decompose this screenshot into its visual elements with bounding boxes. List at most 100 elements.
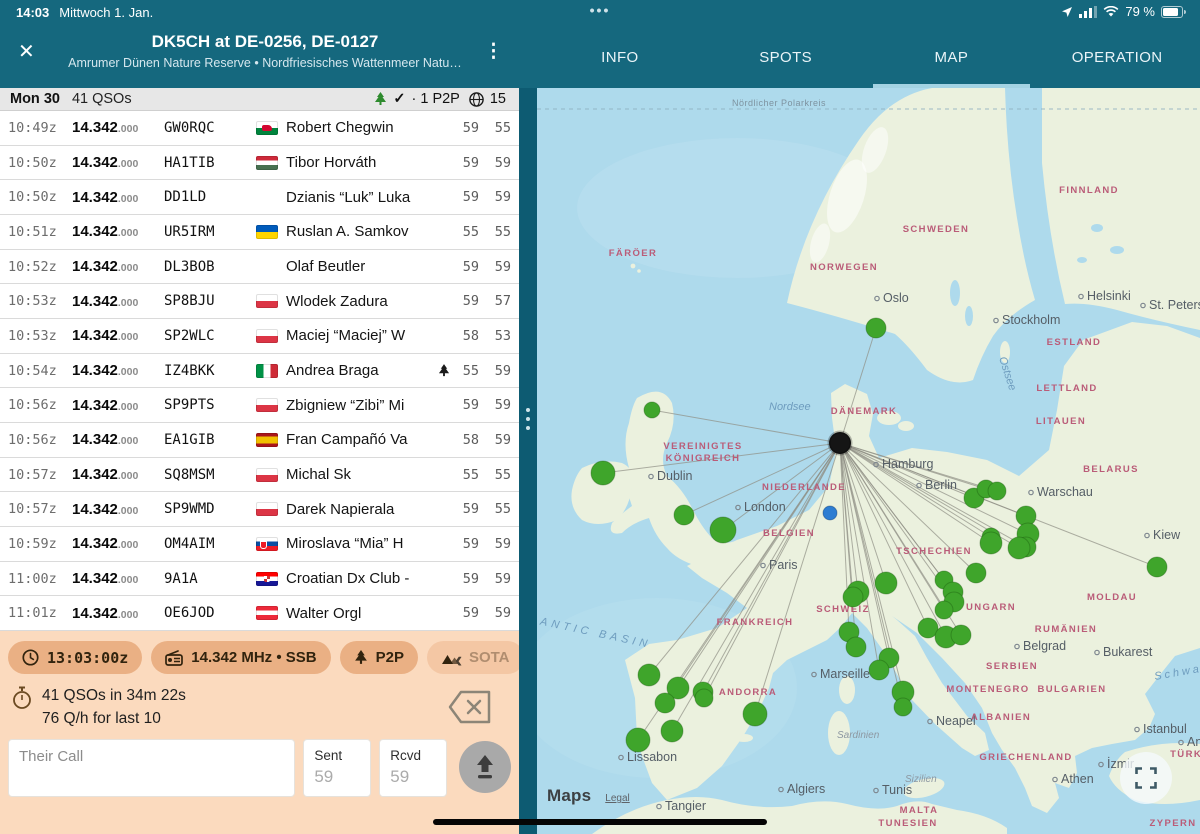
qso-rst-rcvd: 59 bbox=[485, 536, 511, 552]
qso-station-marker[interactable] bbox=[661, 720, 683, 742]
home-indicator[interactable] bbox=[433, 819, 767, 825]
globe-count: 15 bbox=[490, 91, 506, 107]
map-label: FÄRÖER bbox=[609, 248, 658, 259]
tab-spots[interactable]: SPOTS bbox=[703, 26, 869, 88]
tab-info[interactable]: INFO bbox=[537, 26, 703, 88]
qso-station-marker[interactable] bbox=[638, 664, 660, 686]
log-day-header[interactable]: Mon 30 41 QSOs ✓ · 1 P2P 15 bbox=[0, 88, 519, 111]
panel-resize-divider[interactable] bbox=[519, 88, 537, 834]
qso-station-marker[interactable] bbox=[980, 532, 1002, 554]
country-flag-icon bbox=[256, 156, 278, 170]
sent-value: 59 bbox=[314, 767, 360, 787]
qso-row[interactable]: 10:53z14.342.000SP8BJUWlodek Zadura5957 bbox=[0, 284, 519, 319]
qso-row[interactable]: 10:50z14.342.000HA1TIBTibor Horváth5959 bbox=[0, 146, 519, 181]
map-label: BELARUS bbox=[1083, 464, 1139, 475]
their-call-input[interactable]: Their Call bbox=[8, 739, 295, 797]
sent-label: Sent bbox=[314, 748, 360, 763]
qso-row[interactable]: 10:50z14.342.000DD1LDDzianis “Luk” Luka5… bbox=[0, 180, 519, 215]
map-label: LETTLAND bbox=[1036, 383, 1097, 394]
qso-station-marker[interactable] bbox=[626, 728, 650, 752]
qso-callsign: GW0RQC bbox=[164, 120, 256, 136]
qso-station-marker[interactable] bbox=[846, 637, 866, 657]
qso-station-marker[interactable] bbox=[875, 572, 897, 594]
spotter-marker[interactable] bbox=[823, 506, 837, 520]
qso-station-marker[interactable] bbox=[988, 482, 1006, 500]
time-chip[interactable]: 13:03:00z bbox=[8, 641, 142, 674]
qso-callsign: SP2WLC bbox=[164, 328, 256, 344]
qso-station-marker[interactable] bbox=[843, 587, 863, 607]
qso-frequency: 14.342.000 bbox=[72, 605, 164, 622]
map-panel[interactable]: Nördlicher PolarkreisFÄRÖERNORWEGENSCHWE… bbox=[537, 88, 1200, 834]
qso-row[interactable]: 10:53z14.342.000SP2WLCMaciej “Maciej” W5… bbox=[0, 319, 519, 354]
qso-row[interactable]: 10:57z14.342.000SQ8MSMMichal Sk5555 bbox=[0, 458, 519, 493]
activator-station-marker[interactable] bbox=[829, 432, 851, 454]
p2p-chip[interactable]: P2P bbox=[340, 641, 418, 674]
sent-rst-input[interactable]: Sent 59 bbox=[303, 739, 371, 797]
map-label: ALBANIEN bbox=[971, 712, 1031, 723]
qso-time: 10:57z bbox=[8, 501, 72, 517]
qso-station-marker[interactable] bbox=[866, 318, 886, 338]
backspace-icon[interactable] bbox=[447, 689, 493, 730]
qso-rst-sent: 59 bbox=[453, 605, 479, 621]
qso-station-marker[interactable] bbox=[695, 689, 713, 707]
qso-rst-rcvd: 59 bbox=[485, 189, 511, 205]
chips-scroll-chevron-icon[interactable]: ‹ bbox=[455, 647, 462, 673]
qso-rst-rcvd: 55 bbox=[485, 467, 511, 483]
qso-row[interactable]: 10:52z14.342.000DL3BOBOlaf Beutler5959 bbox=[0, 250, 519, 285]
map-label: BELGIEN bbox=[763, 528, 815, 539]
map-label: Algiers bbox=[787, 782, 825, 796]
qso-station-marker[interactable] bbox=[743, 702, 767, 726]
map-label: Bukarest bbox=[1103, 645, 1153, 659]
qso-station-marker[interactable] bbox=[951, 625, 971, 645]
qso-row[interactable]: 10:49z14.342.000GW0RQCRobert Chegwin5955 bbox=[0, 111, 519, 146]
country-flag-icon bbox=[256, 190, 278, 204]
qso-row[interactable]: 11:01z14.342.000OE6JODWalter Orgl5959 bbox=[0, 596, 519, 631]
qso-time: 10:59z bbox=[8, 536, 72, 552]
qso-row[interactable]: 10:56z14.342.000SP9PTSZbigniew “Zibi” Mi… bbox=[0, 388, 519, 423]
map-label: TÜRKEI bbox=[1170, 749, 1200, 760]
qso-row[interactable]: 10:57z14.342.000SP9WMDDarek Napierala595… bbox=[0, 492, 519, 527]
log-qso-button[interactable] bbox=[459, 741, 511, 793]
log-day-label: Mon 30 bbox=[10, 91, 60, 107]
tab-map[interactable]: MAP bbox=[869, 26, 1035, 88]
rcvd-rst-input[interactable]: Rcvd 59 bbox=[379, 739, 447, 797]
qso-rst-rcvd: 59 bbox=[485, 571, 511, 587]
qso-station-marker[interactable] bbox=[935, 601, 953, 619]
maps-brand: Maps bbox=[547, 786, 591, 805]
qso-operator-name: Dzianis “Luk” Luka bbox=[286, 189, 435, 206]
qso-station-marker[interactable] bbox=[655, 693, 675, 713]
qso-row[interactable]: 10:56z14.342.000EA1GIBFran Campañó Va585… bbox=[0, 423, 519, 458]
qso-station-marker[interactable] bbox=[710, 517, 736, 543]
qso-station-marker[interactable] bbox=[1008, 537, 1030, 559]
qso-row[interactable]: 10:54z14.342.000IZ4BKKAndrea Braga5559 bbox=[0, 354, 519, 389]
qso-time: 10:53z bbox=[8, 293, 72, 309]
qso-station-marker[interactable] bbox=[644, 402, 660, 418]
close-icon[interactable]: ✕ bbox=[18, 42, 35, 62]
sota-chip[interactable]: SOTA bbox=[427, 641, 519, 674]
fullscreen-button[interactable] bbox=[1120, 752, 1172, 804]
frequency-mode-chip[interactable]: 14.342 MHz • SSB bbox=[151, 641, 330, 674]
qso-callsign: OE6JOD bbox=[164, 605, 256, 621]
qso-time: 10:56z bbox=[8, 432, 72, 448]
qso-station-marker[interactable] bbox=[869, 660, 889, 680]
qso-station-marker[interactable] bbox=[966, 563, 986, 583]
kebab-menu-icon[interactable]: ⋮ bbox=[484, 40, 503, 63]
map-label: Dublin bbox=[657, 469, 692, 483]
status-bar: 14:03Mittwoch 1. Jan. ••• 79 % bbox=[0, 0, 1200, 26]
map-label: VEREINIGTES bbox=[663, 441, 742, 452]
qso-row[interactable]: 11:00z14.342.0009A1ACroatian Dx Club -59… bbox=[0, 562, 519, 597]
tab-operation[interactable]: OPERATION bbox=[1034, 26, 1200, 88]
qso-rst-rcvd: 55 bbox=[485, 224, 511, 240]
qso-frequency: 14.342.000 bbox=[72, 535, 164, 552]
map-label: Lissabon bbox=[627, 750, 677, 764]
qso-time: 10:50z bbox=[8, 189, 72, 205]
upload-icon bbox=[473, 754, 497, 780]
qso-row[interactable]: 10:59z14.342.000OM4AIMMiroslava “Mia” H5… bbox=[0, 527, 519, 562]
qso-station-marker[interactable] bbox=[1147, 557, 1167, 577]
legal-link[interactable]: Legal bbox=[605, 793, 629, 804]
qso-rst-rcvd: 59 bbox=[485, 155, 511, 171]
qso-station-marker[interactable] bbox=[591, 461, 615, 485]
qso-station-marker[interactable] bbox=[894, 698, 912, 716]
qso-station-marker[interactable] bbox=[674, 505, 694, 525]
qso-row[interactable]: 10:51z14.342.000UR5IRMRuslan A. Samkov55… bbox=[0, 215, 519, 250]
